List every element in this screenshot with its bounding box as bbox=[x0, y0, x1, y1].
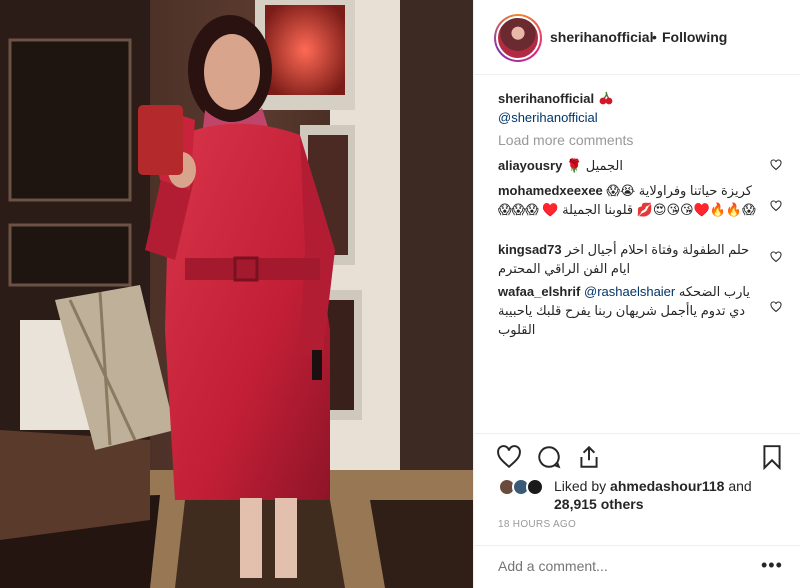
more-options-icon[interactable]: ••• bbox=[761, 556, 783, 574]
small-heart-icon[interactable] bbox=[770, 251, 782, 263]
comment-item: wafaa_elshrif @rashaelshaier يارب الضحكه… bbox=[498, 282, 760, 339]
post-timestamp[interactable]: 18 HOURS AGO bbox=[498, 519, 576, 530]
load-more-comments[interactable]: Load more comments bbox=[498, 131, 760, 150]
comment-username[interactable]: aliayousry bbox=[498, 158, 562, 173]
liker-avatar[interactable] bbox=[526, 478, 544, 496]
comment-username[interactable]: mohamedxeexee bbox=[498, 183, 603, 198]
add-comment-input[interactable] bbox=[498, 558, 738, 574]
small-heart-icon[interactable] bbox=[770, 200, 782, 212]
comment-username[interactable]: kingsad73 bbox=[498, 242, 562, 257]
author-avatar[interactable] bbox=[494, 14, 542, 62]
liked-by-prefix: Liked by bbox=[554, 478, 607, 494]
action-bar bbox=[474, 433, 800, 477]
comment-text: الجميل 🌹 bbox=[565, 158, 623, 173]
liked-by-user[interactable]: ahmedashour118 bbox=[610, 478, 724, 494]
likes-summary: Liked by ahmedashour118 and 28,915 other… bbox=[498, 474, 788, 514]
comment-item: aliayousry الجميل 🌹 bbox=[498, 156, 760, 175]
photo-image bbox=[0, 0, 473, 588]
comment-item: kingsad73 حلم الطفولة وفتاة احلام أجيال … bbox=[498, 240, 760, 278]
heart-icon[interactable] bbox=[496, 444, 522, 470]
caption: sherihanofficial @sherihanofficial bbox=[498, 89, 760, 127]
small-heart-icon[interactable] bbox=[770, 159, 782, 171]
comment-mention[interactable]: @rashaelshaier bbox=[584, 284, 675, 299]
comment-item: mohamedxeexee كريزة حياتنا وفراولاية 😭😱😱… bbox=[498, 181, 760, 219]
caption-username[interactable]: sherihanofficial bbox=[498, 91, 594, 106]
comment-username[interactable]: wafaa_elshrif bbox=[498, 284, 580, 299]
liked-by-text: Liked by ahmedashour118 and 28,915 other… bbox=[554, 477, 794, 513]
share-icon[interactable] bbox=[576, 444, 602, 470]
author-username[interactable]: sherihanofficial bbox=[550, 29, 653, 45]
post-details-panel: sherihanofficial • Following sherihanoff… bbox=[473, 0, 800, 588]
post-photo[interactable] bbox=[0, 0, 473, 588]
bookmark-icon[interactable] bbox=[759, 444, 785, 470]
header-separator: • bbox=[652, 29, 657, 45]
liked-by-conj: and bbox=[728, 478, 752, 494]
follow-status-button[interactable]: Following bbox=[662, 29, 727, 45]
caption-mention[interactable]: @sherihanofficial bbox=[498, 110, 598, 125]
add-comment-bar: ••• bbox=[474, 545, 800, 588]
cherry-icon bbox=[599, 91, 613, 105]
small-heart-icon[interactable] bbox=[770, 301, 782, 313]
comment-icon[interactable] bbox=[536, 444, 562, 470]
post-header: sherihanofficial • Following bbox=[474, 0, 800, 75]
likes-count[interactable]: 28,915 others bbox=[554, 496, 644, 512]
